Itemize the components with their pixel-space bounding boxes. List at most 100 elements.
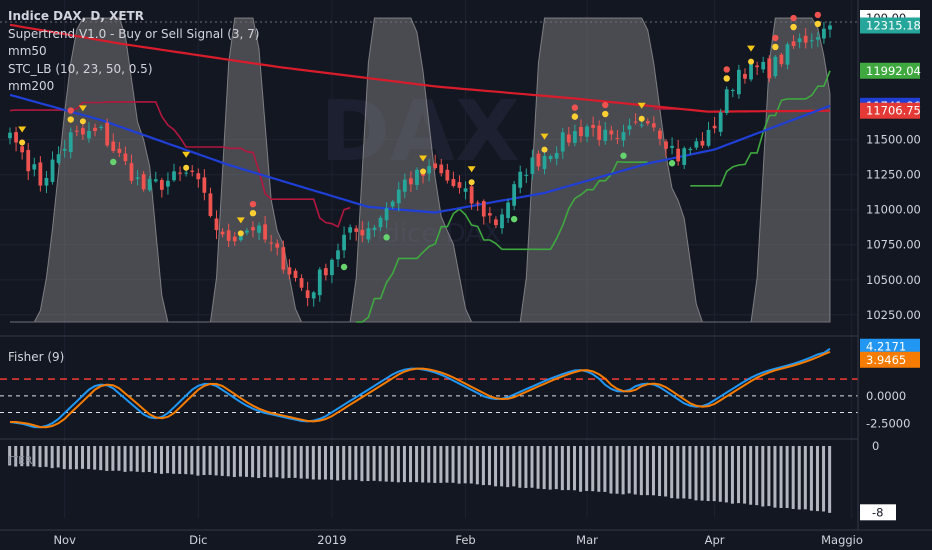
candle-body: [299, 278, 304, 288]
candle-body: [475, 202, 480, 204]
signal-dot-red: [571, 104, 579, 111]
price-axis-label: 10500.00: [866, 273, 921, 287]
iter-bar: [311, 446, 315, 480]
signal-dot: [723, 75, 730, 82]
candle-body: [38, 162, 43, 186]
iter-bar: [639, 446, 643, 496]
candle-body: [8, 132, 12, 139]
candle-body: [439, 164, 444, 174]
candle-body: [360, 229, 365, 236]
candle-body: [579, 126, 583, 137]
iter-bar: [135, 446, 139, 472]
candle-body: [609, 130, 614, 135]
candle-body: [676, 148, 681, 162]
iter-bar: [366, 446, 370, 482]
candle-body: [105, 122, 110, 146]
iter-bar: [743, 446, 747, 504]
iter-bar: [214, 446, 218, 476]
candle-body: [651, 123, 656, 128]
iter-bar: [415, 446, 419, 483]
iter-bar: [330, 446, 334, 480]
iter-bar: [87, 446, 91, 470]
candle-body: [202, 177, 207, 193]
time-axis-label: Nov: [53, 533, 76, 547]
iter-bar: [700, 446, 704, 501]
price-axis-label: 10750.00: [866, 238, 921, 252]
iter-bar: [633, 446, 637, 495]
candle-body: [761, 61, 766, 70]
iter-bar: [44, 446, 48, 467]
iter-bar: [202, 446, 206, 476]
candle-body: [712, 125, 717, 129]
candle-body: [68, 132, 73, 153]
time-axis-label: Feb: [455, 533, 475, 547]
candle-body: [706, 129, 711, 146]
iter-bar: [664, 446, 668, 497]
signal-dot: [468, 179, 475, 186]
iter-bar: [755, 446, 759, 506]
iter-bar: [281, 446, 285, 479]
iter-bar: [822, 446, 826, 512]
iter-bar: [579, 446, 583, 492]
candle-body: [305, 290, 310, 299]
candle-body: [74, 130, 79, 132]
iter-bar: [469, 446, 473, 484]
candle-body: [251, 227, 255, 231]
candle-body: [615, 138, 620, 140]
price-axis-label: 11992.04: [866, 64, 921, 78]
candle-body: [621, 132, 626, 141]
iter-bar: [251, 446, 255, 478]
iter-bar: [396, 446, 400, 483]
candle-body: [755, 65, 759, 68]
candle-body: [548, 156, 553, 160]
iter-bar: [74, 446, 78, 470]
signal-dot: [748, 58, 755, 65]
candle-body: [664, 141, 668, 149]
iter-bar: [245, 446, 249, 477]
candle-body: [542, 155, 547, 170]
iter-bar: [159, 446, 163, 474]
candle-body: [226, 230, 231, 241]
iter-bar: [573, 446, 577, 491]
iter-bar: [627, 446, 631, 494]
iter-bar: [494, 446, 498, 487]
candle-body: [682, 148, 687, 165]
buy-signal-dot: [110, 158, 117, 166]
candle-body: [828, 25, 832, 30]
iter-bar: [518, 446, 522, 488]
candle-body: [220, 231, 225, 235]
iter-bar: [184, 446, 188, 475]
iter-bar: [524, 446, 528, 488]
iter-bar: [688, 446, 692, 499]
candle-body: [293, 270, 298, 278]
iter-bar: [512, 446, 516, 487]
iter-bar: [178, 446, 182, 474]
candle-body: [20, 146, 25, 153]
iter-bar: [724, 446, 728, 503]
candle-body: [658, 130, 662, 139]
candle-body: [597, 125, 602, 141]
candle-body: [123, 153, 128, 162]
fisher-axis-label: 4.2171: [866, 340, 906, 354]
candle-body: [415, 169, 419, 185]
candle-body: [93, 127, 97, 132]
chart-title: Indice DAX, D, XETR: [8, 9, 144, 23]
candle-body: [627, 125, 632, 130]
iter-bar: [682, 446, 686, 499]
iter-bar: [50, 446, 54, 469]
price-axis-label: 11706.75: [866, 104, 921, 118]
candle-body: [463, 188, 468, 192]
candle-body: [791, 41, 796, 47]
iter-bar: [263, 446, 267, 478]
candle-body: [433, 163, 438, 169]
iter-bar: [597, 446, 601, 492]
signal-dot: [541, 146, 548, 153]
candle-body: [506, 202, 510, 219]
iter-bar: [317, 446, 321, 480]
price-axis-label: 11500.00: [866, 133, 921, 147]
candle-body: [402, 179, 407, 192]
candle-body: [773, 56, 778, 77]
candle-body: [311, 292, 316, 299]
iter-bar: [348, 446, 352, 480]
iter-bar: [536, 446, 540, 489]
